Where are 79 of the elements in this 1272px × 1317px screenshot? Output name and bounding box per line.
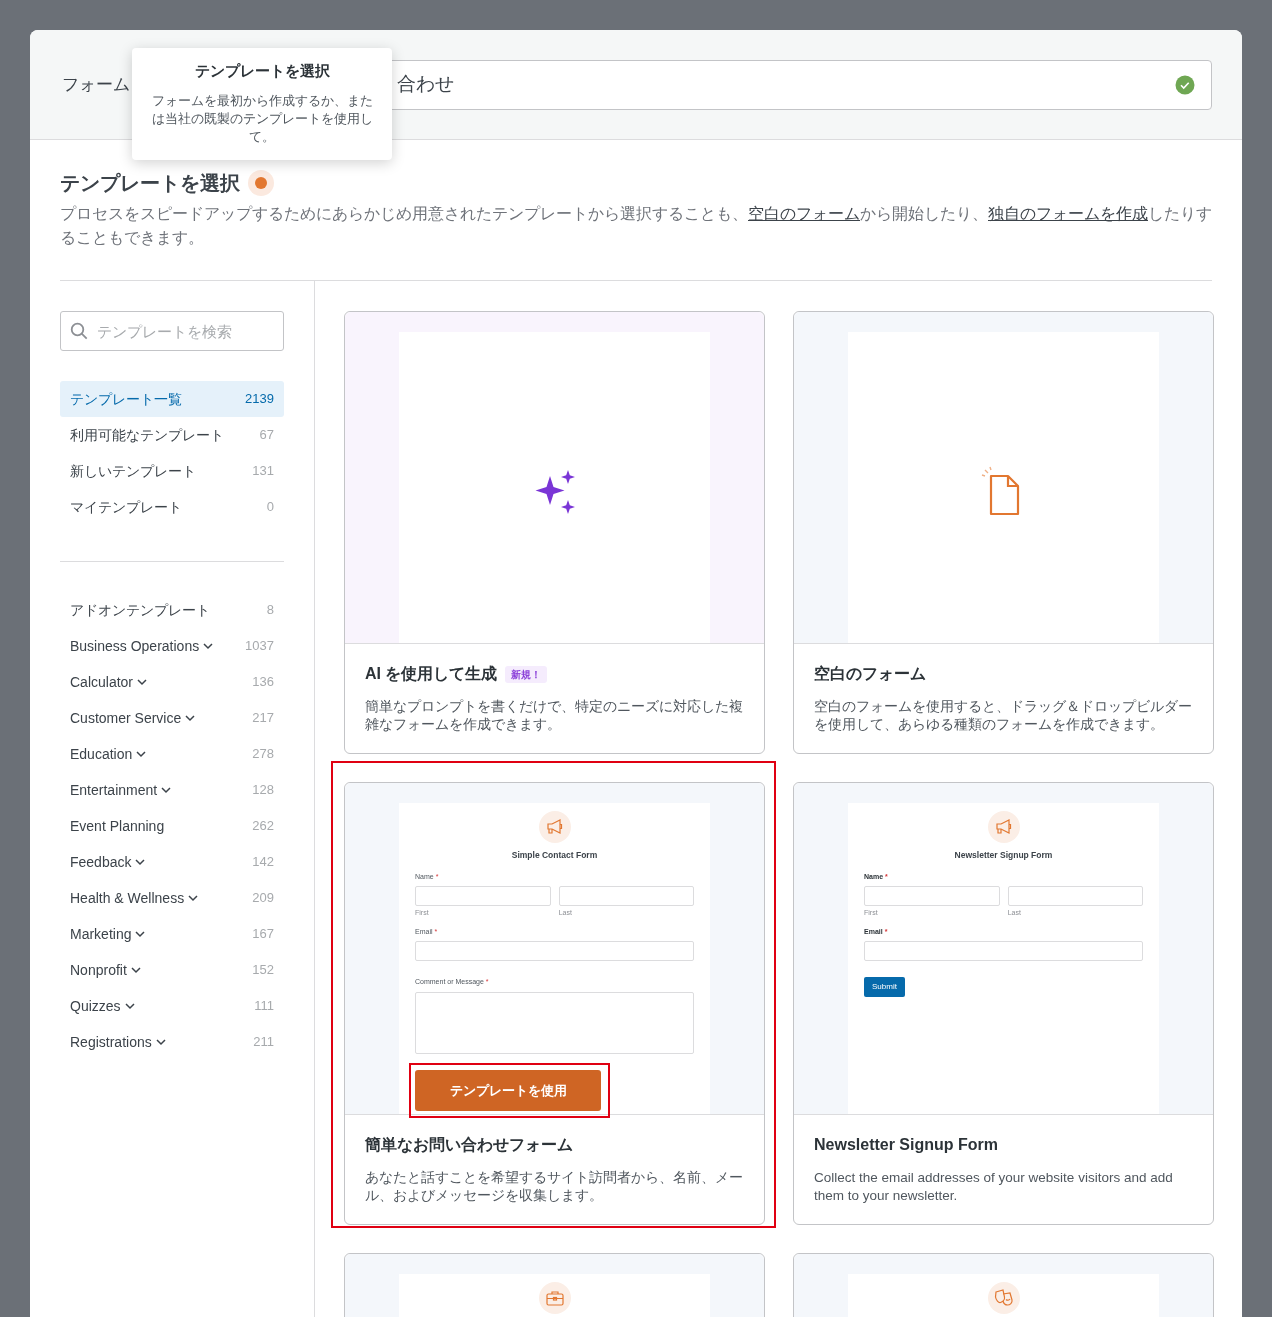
category-count: 131 bbox=[252, 462, 274, 481]
category-label: Calculator bbox=[70, 672, 134, 692]
category-item[interactable]: Feedback 142 bbox=[60, 844, 284, 880]
preview-form-title: Newsletter Signup Form bbox=[953, 849, 1054, 862]
status-dot-icon bbox=[248, 170, 274, 196]
category-count: 262 bbox=[252, 817, 274, 836]
category-label: アドオンテンプレート bbox=[70, 600, 210, 620]
category-item[interactable]: Business Operations 1037 bbox=[60, 628, 284, 664]
category-label: Education bbox=[70, 744, 133, 764]
category-item[interactable]: Nonprofit 152 bbox=[60, 952, 284, 988]
category-label: Customer Service bbox=[70, 708, 182, 728]
category-label: Nonprofit bbox=[70, 960, 127, 980]
category-label: Event Planning bbox=[70, 816, 165, 836]
category-count: 67 bbox=[259, 426, 274, 445]
category-label: Registrations bbox=[70, 1032, 152, 1052]
category-item[interactable]: Quizzes 111 bbox=[60, 988, 284, 1024]
description-text: プロセスをスピードアップするためにあらかじめ用意されたテンプレートから選択することも、空白のフォームから開始したり、独自のフォームを作成したりすることもできます。 bbox=[60, 204, 1212, 248]
form-name-label: フォーム bbox=[62, 73, 130, 96]
category-item[interactable]: Event Planning 262 bbox=[60, 808, 284, 844]
card-title: Newsletter Signup Form bbox=[814, 1135, 1000, 1155]
category-item[interactable]: 利用可能なテンプレート 67 bbox=[60, 417, 284, 453]
card-title: 簡単なお問い合わせフォーム bbox=[365, 1135, 574, 1156]
category-count: 211 bbox=[253, 1033, 274, 1052]
category-item[interactable]: Registrations 211 bbox=[60, 1024, 284, 1060]
card-title: AI を使用して生成 bbox=[365, 665, 498, 682]
category-count: 152 bbox=[252, 961, 274, 980]
category-label: 新しいテンプレート bbox=[70, 461, 196, 481]
card-description: 簡単なプロンプトを書くだけで、特定のニーズに対応した複雑なフォームを作成できます。 bbox=[365, 698, 744, 734]
category-count: 217 bbox=[252, 709, 274, 728]
category-item[interactable]: Entertainment 128 bbox=[60, 772, 284, 808]
category-label: 利用可能なテンプレート bbox=[70, 425, 224, 445]
card-description: Collect the email addresses of your website visitors and add them to your newsletter. bbox=[814, 1169, 1174, 1205]
card-description: あなたと話すことを希望するサイト訪問者から、名前、メール、およびメッセージを収集します。 bbox=[365, 1169, 744, 1205]
category-item[interactable]: テンプレート一覧 2139 bbox=[60, 381, 284, 417]
template-card[interactable]: 空白のフォーム 空白のフォームを使用すると、ドラッグ＆ドロップビルダーを使用して、あらゆる種類のフォームを作成できます。 bbox=[793, 311, 1214, 754]
preview-form-title: Simple Contact Form bbox=[510, 849, 599, 862]
category-label: Marketing bbox=[70, 924, 132, 944]
category-item[interactable]: Customer Service 217 bbox=[60, 700, 284, 736]
new-badge: 新規！ bbox=[505, 666, 548, 684]
megaphone-icon bbox=[538, 811, 571, 843]
category-item[interactable]: Marketing 167 bbox=[60, 916, 284, 952]
category-label: Quizzes bbox=[70, 996, 121, 1016]
preview-submit-button: Submit bbox=[864, 977, 905, 998]
category-count: 142 bbox=[252, 853, 274, 872]
section-title: テンプレートを選択 bbox=[60, 171, 240, 196]
category-item[interactable]: マイテンプレート 0 bbox=[60, 489, 284, 525]
category-item[interactable]: 新しいテンプレート 131 bbox=[60, 453, 284, 489]
template-card[interactable]: AI を使用して生成 新規！ 簡単なプロンプトを書くだけで、特定のニーズに対応した複雑なフォームを作成できます。 bbox=[344, 311, 765, 754]
megaphone-icon bbox=[987, 811, 1020, 843]
category-label: Entertainment bbox=[70, 780, 158, 800]
category-count: 136 bbox=[252, 673, 274, 692]
category-label: Business Operations bbox=[70, 636, 200, 656]
category-count: 0 bbox=[266, 498, 274, 517]
text-link[interactable]: 独自のフォームを作成 bbox=[988, 205, 1148, 222]
category-count: 209 bbox=[252, 889, 274, 908]
category-count: 111 bbox=[254, 997, 274, 1016]
field-value: 合わせ bbox=[397, 72, 455, 97]
card-description: 空白のフォームを使用すると、ドラッグ＆ドロップビルダーを使用して、あらゆる種類のフォームを作成できます。 bbox=[814, 698, 1193, 734]
category-item[interactable]: Health & Wellness 209 bbox=[60, 880, 284, 916]
category-count: 167 bbox=[252, 925, 274, 944]
category-count: 128 bbox=[252, 781, 274, 800]
search-field[interactable]: テンプレートを検索 bbox=[60, 311, 284, 351]
theater-masks-icon bbox=[987, 1282, 1020, 1314]
category-item[interactable]: アドオンテンプレート 8 bbox=[60, 592, 284, 628]
briefcase-icon bbox=[538, 1282, 571, 1314]
category-label: テンプレート一覧 bbox=[70, 389, 182, 409]
category-count: 278 bbox=[252, 745, 274, 764]
category-label: Feedback bbox=[70, 852, 132, 872]
category-count: 1037 bbox=[245, 637, 274, 656]
category-label: Health & Wellness bbox=[70, 888, 185, 908]
category-item[interactable]: Education 278 bbox=[60, 736, 284, 772]
category-count: 8 bbox=[266, 601, 274, 620]
category-count: 2139 bbox=[245, 390, 274, 409]
card-title: 空白のフォーム bbox=[814, 664, 927, 684]
category-item[interactable]: Calculator 136 bbox=[60, 664, 284, 700]
category-label: マイテンプレート bbox=[70, 497, 182, 517]
tooltip-title: テンプレートを選択 bbox=[193, 62, 331, 80]
use-template-button[interactable]: テンプレートを使用 bbox=[415, 1069, 601, 1111]
text-link[interactable]: 空白のフォーム bbox=[748, 205, 860, 222]
